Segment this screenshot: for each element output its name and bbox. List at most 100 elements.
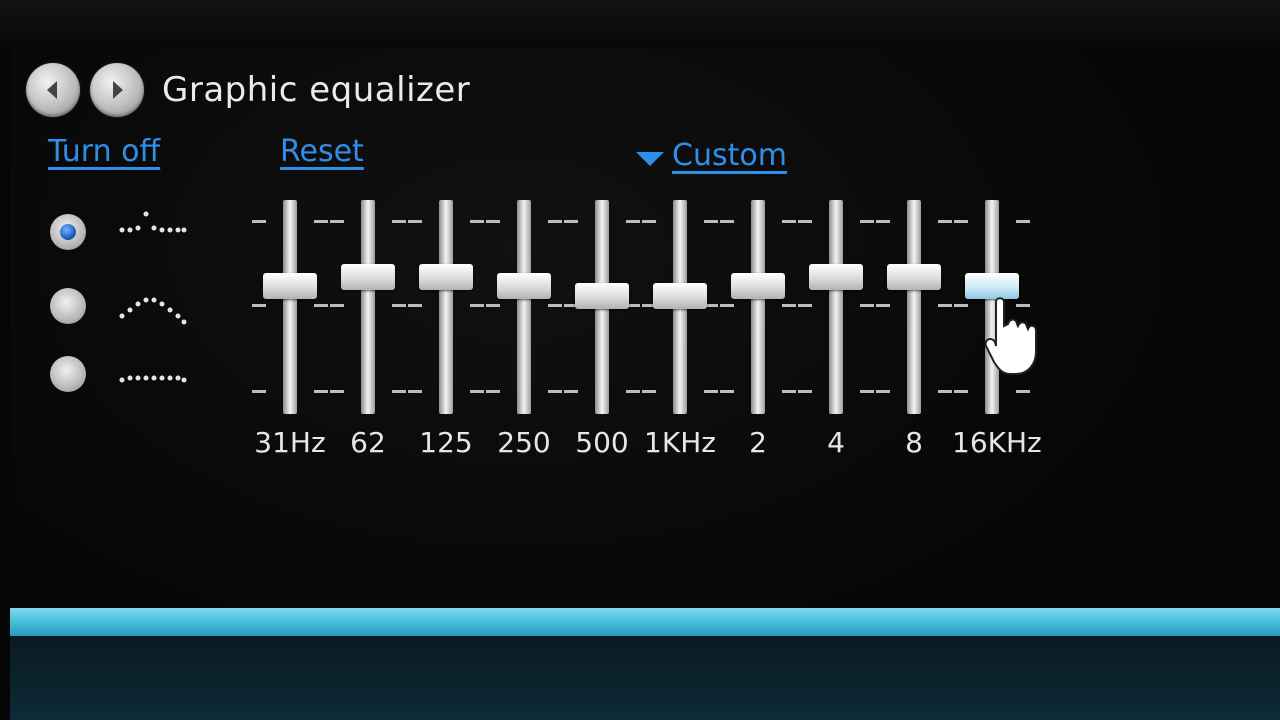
turn-off-link[interactable]: Turn off <box>48 134 160 169</box>
eq-tick <box>1016 390 1030 393</box>
eq-tick <box>860 220 874 223</box>
eq-tick <box>938 304 952 307</box>
eq-slider-thumb[interactable] <box>965 272 1019 299</box>
eq-tick <box>860 390 874 393</box>
eq-tick <box>720 220 734 223</box>
back-arrow-icon <box>47 81 57 99</box>
eq-tick <box>642 220 656 223</box>
eq-tick <box>798 220 812 223</box>
random-curve-icon <box>119 211 187 233</box>
eq-tick <box>782 390 796 393</box>
eq-tick <box>486 304 500 307</box>
preset-radio-2[interactable] <box>50 288 86 324</box>
band-label: 31Hz <box>254 426 326 459</box>
eq-tick <box>938 220 952 223</box>
eq-tick <box>782 220 796 223</box>
equalizer-sliders: 31Hz 62 125 250 500 1KHz 2 4 8 16KHz <box>240 198 1042 459</box>
eq-tick <box>954 220 968 223</box>
eq-tick <box>330 220 344 223</box>
eq-tick <box>330 304 344 307</box>
eq-track[interactable] <box>907 200 921 414</box>
band-label: 125 <box>419 426 473 459</box>
eq-track[interactable] <box>439 200 453 414</box>
equalizer-header: Graphic equalizer <box>26 62 470 118</box>
eq-tick <box>392 304 406 307</box>
eq-tick <box>470 304 484 307</box>
eq-tick <box>314 220 328 223</box>
eq-tick <box>314 304 328 307</box>
forward-arrow-icon <box>113 81 123 99</box>
preset-radio-1[interactable] <box>50 214 86 250</box>
band-label: 250 <box>497 426 551 459</box>
preset-dropdown[interactable]: Custom <box>672 138 787 173</box>
reset-link[interactable]: Reset <box>280 134 364 169</box>
band-label: 4 <box>827 426 845 459</box>
eq-tick <box>330 390 344 393</box>
eq-tick <box>486 390 500 393</box>
preset-dropdown-icon[interactable] <box>636 150 664 166</box>
eq-track[interactable] <box>283 200 297 414</box>
eq-slider-thumb[interactable] <box>731 272 785 299</box>
back-button[interactable] <box>26 63 80 117</box>
arch-curve-icon <box>119 297 187 325</box>
eq-track[interactable] <box>829 200 843 414</box>
eq-tick <box>470 390 484 393</box>
eq-track[interactable] <box>517 200 531 414</box>
eq-tick <box>548 390 562 393</box>
band-label: 8 <box>905 426 923 459</box>
eq-track[interactable] <box>751 200 765 414</box>
page-title: Graphic equalizer <box>162 70 471 110</box>
eq-tick <box>252 390 266 393</box>
eq-tick <box>408 304 422 307</box>
eq-tick <box>876 304 890 307</box>
bottom-panel <box>10 636 1280 720</box>
eq-tick <box>876 220 890 223</box>
band-label: 500 <box>575 426 629 459</box>
eq-tick <box>252 304 266 307</box>
forward-button[interactable] <box>90 63 144 117</box>
eq-tick <box>626 220 640 223</box>
eq-slider-thumb[interactable] <box>497 272 551 299</box>
eq-tick <box>470 220 484 223</box>
eq-tick <box>392 390 406 393</box>
eq-tick <box>486 220 500 223</box>
eq-tick <box>860 304 874 307</box>
band-label: 2 <box>749 426 767 459</box>
eq-tick <box>876 390 890 393</box>
eq-tick <box>548 220 562 223</box>
eq-tick <box>252 220 266 223</box>
eq-tick <box>954 304 968 307</box>
eq-slider-thumb[interactable] <box>887 264 941 291</box>
eq-tick <box>704 390 718 393</box>
eq-tick <box>564 220 578 223</box>
eq-slider-thumb[interactable] <box>419 264 473 291</box>
eq-tick <box>564 390 578 393</box>
eq-slider-thumb[interactable] <box>809 264 863 291</box>
eq-tick <box>782 304 796 307</box>
eq-tick <box>642 390 656 393</box>
eq-tick <box>392 220 406 223</box>
eq-tick <box>938 390 952 393</box>
progress-bar <box>10 608 1280 636</box>
preset-radio-3[interactable] <box>50 356 86 392</box>
eq-tick <box>798 304 812 307</box>
monitor-bezel <box>0 0 1280 48</box>
eq-tick <box>314 390 328 393</box>
eq-tick <box>548 304 562 307</box>
eq-tick <box>704 220 718 223</box>
eq-track[interactable] <box>361 200 375 414</box>
eq-tick <box>954 390 968 393</box>
eq-slider-thumb[interactable] <box>575 283 629 310</box>
eq-tick <box>408 390 422 393</box>
eq-tick <box>1016 220 1030 223</box>
band-label: 16KHz <box>952 426 1042 459</box>
band-label: 1KHz <box>644 426 716 459</box>
hand-cursor-icon <box>984 297 1037 375</box>
eq-tick <box>408 220 422 223</box>
eq-slider-thumb[interactable] <box>653 283 707 310</box>
eq-slider-thumb[interactable] <box>263 272 317 299</box>
eq-tick <box>720 304 734 307</box>
flat-curve-icon <box>119 375 187 383</box>
band-label: 62 <box>350 426 386 459</box>
eq-slider-thumb[interactable] <box>341 264 395 291</box>
